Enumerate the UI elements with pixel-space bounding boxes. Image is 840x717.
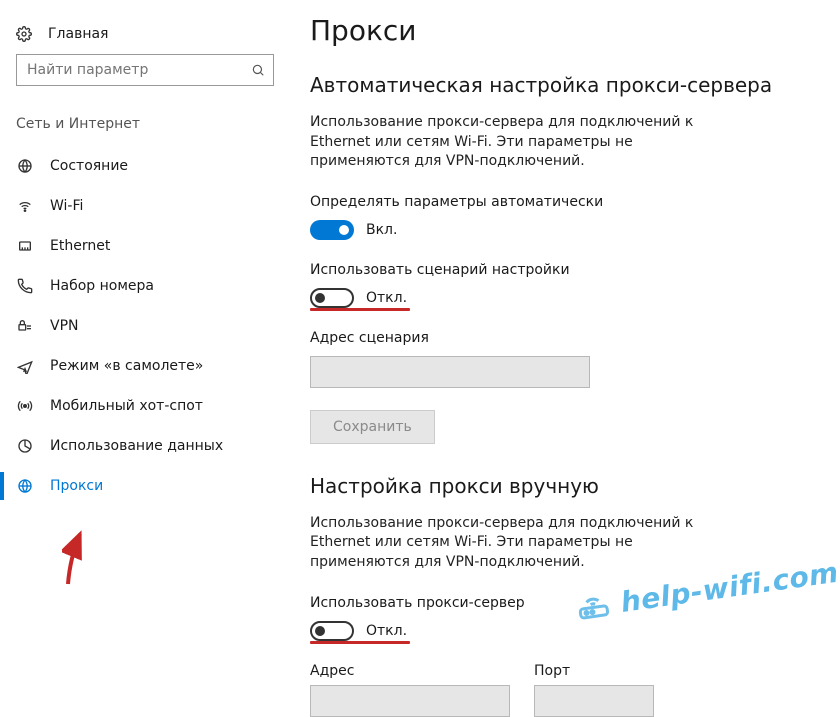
sidebar-section-title: Сеть и Интернет bbox=[0, 116, 290, 146]
use-script-state: Откл. bbox=[366, 290, 407, 306]
main-content: Прокси Автоматическая настройка прокси-с… bbox=[290, 0, 840, 688]
annotation-underline bbox=[310, 641, 410, 644]
sidebar-item-vpn[interactable]: VPN bbox=[0, 306, 290, 346]
status-icon bbox=[16, 158, 34, 174]
sidebar-item-hotspot[interactable]: Мобильный хот-спот bbox=[0, 386, 290, 426]
search-icon bbox=[250, 62, 266, 78]
use-proxy-row: Откл. bbox=[310, 621, 820, 641]
script-address-label: Адрес сценария bbox=[310, 330, 820, 346]
search-input[interactable] bbox=[16, 54, 274, 86]
proxy-icon bbox=[16, 478, 34, 494]
hotspot-icon bbox=[16, 398, 34, 414]
page-title: Прокси bbox=[310, 14, 820, 47]
airplane-icon bbox=[16, 358, 34, 374]
manual-port-input[interactable] bbox=[534, 685, 654, 717]
sidebar-item-ethernet[interactable]: Ethernet bbox=[0, 226, 290, 266]
script-address-field: Адрес сценария bbox=[310, 330, 820, 388]
annotation-underline bbox=[310, 308, 410, 311]
sidebar-item-label: Режим «в самолете» bbox=[50, 358, 203, 374]
sidebar-item-dialup[interactable]: Набор номера bbox=[0, 266, 290, 306]
sidebar-home[interactable]: Главная bbox=[0, 20, 290, 54]
detect-auto-row: Вкл. bbox=[310, 220, 820, 240]
search-input-wrap bbox=[16, 54, 274, 86]
use-script-toggle[interactable] bbox=[310, 288, 354, 308]
auto-section-heading: Автоматическая настройка прокси-сервера bbox=[310, 73, 820, 97]
sidebar-item-wifi[interactable]: Wi-Fi bbox=[0, 186, 290, 226]
auto-section-desc: Использование прокси-сервера для подключ… bbox=[310, 113, 720, 172]
manual-section-desc: Использование прокси-сервера для подключ… bbox=[310, 514, 720, 573]
gear-icon bbox=[16, 26, 32, 42]
use-script-label: Использовать сценарий настройки bbox=[310, 262, 820, 278]
sidebar-item-data-usage[interactable]: Использование данных bbox=[0, 426, 290, 466]
sidebar-home-label: Главная bbox=[48, 26, 108, 42]
detect-auto-state: Вкл. bbox=[366, 222, 397, 238]
sidebar: Главная Сеть и Интернет Состояние Wi-Fi … bbox=[0, 0, 290, 688]
data-usage-icon bbox=[16, 438, 34, 454]
detect-auto-label: Определять параметры автоматически bbox=[310, 194, 820, 210]
ethernet-icon bbox=[16, 238, 34, 254]
use-proxy-label: Использовать прокси-сервер bbox=[310, 595, 820, 611]
dialup-icon bbox=[16, 278, 34, 294]
sidebar-item-label: Wi-Fi bbox=[50, 198, 83, 214]
sidebar-item-label: Мобильный хот-спот bbox=[50, 398, 203, 414]
sidebar-item-label: Состояние bbox=[50, 158, 128, 174]
sidebar-item-status[interactable]: Состояние bbox=[0, 146, 290, 186]
manual-address-label: Адрес bbox=[310, 663, 510, 679]
manual-address-input[interactable] bbox=[310, 685, 510, 717]
save-button[interactable]: Сохранить bbox=[310, 410, 435, 444]
use-script-row: Откл. bbox=[310, 288, 820, 308]
detect-auto-toggle[interactable] bbox=[310, 220, 354, 240]
manual-address-port: Адрес Порт bbox=[310, 663, 820, 717]
sidebar-item-airplane[interactable]: Режим «в самолете» bbox=[0, 346, 290, 386]
wifi-icon bbox=[16, 198, 34, 214]
sidebar-item-label: Прокси bbox=[50, 478, 103, 494]
sidebar-item-label: Ethernet bbox=[50, 238, 110, 254]
use-proxy-state: Откл. bbox=[366, 623, 407, 639]
sidebar-item-label: VPN bbox=[50, 318, 79, 334]
sidebar-item-proxy[interactable]: Прокси bbox=[0, 466, 290, 506]
vpn-icon bbox=[16, 318, 34, 334]
manual-section-heading: Настройка прокси вручную bbox=[310, 474, 820, 498]
script-address-input[interactable] bbox=[310, 356, 590, 388]
sidebar-item-label: Набор номера bbox=[50, 278, 154, 294]
sidebar-item-label: Использование данных bbox=[50, 438, 223, 454]
use-proxy-toggle[interactable] bbox=[310, 621, 354, 641]
manual-port-label: Порт bbox=[534, 663, 654, 679]
